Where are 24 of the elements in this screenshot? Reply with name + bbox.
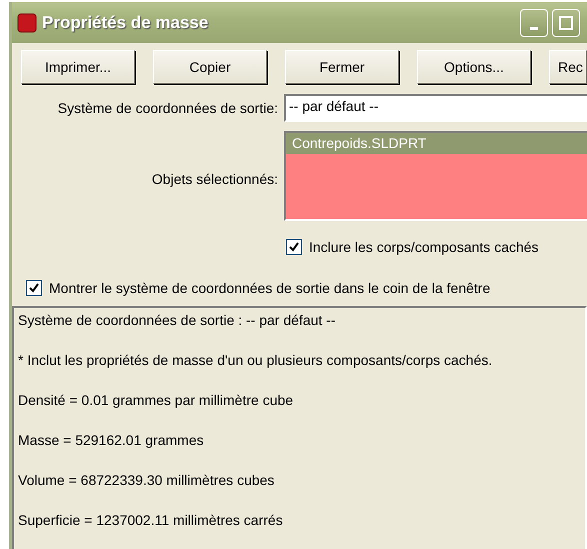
maximize-icon xyxy=(559,16,573,30)
toolbar-button[interactable]: Rec xyxy=(549,50,587,84)
result-line: Masse = 529162.01 grammes xyxy=(18,432,204,448)
maximize-button[interactable] xyxy=(552,8,580,36)
minimize-icon xyxy=(530,27,538,30)
result-line: Volume = 68722339.30 millimètres cubes xyxy=(18,472,274,488)
field-label: Système de coordonnées de sortie: xyxy=(56,99,278,118)
toolbar-button[interactable]: Options... xyxy=(417,50,531,84)
result-line: Système de coordonnées de sortie : -- par défaut -- xyxy=(18,312,336,328)
coordinate-system-dropdown[interactable]: -- par défaut -- xyxy=(284,94,587,122)
result-line: Densité = 0.01 grammes par millimètre cube xyxy=(18,392,294,408)
checkbox[interactable] xyxy=(26,280,42,296)
result-line: Superficie = 1237002.11 millimètres carrés xyxy=(18,512,283,528)
checkbox-label: Inclure les corps/composants cachés xyxy=(309,239,539,255)
toolbar-button[interactable]: Copier xyxy=(153,50,267,84)
minimize-button[interactable] xyxy=(520,8,548,36)
result-line: * Inclut les propriétés de masse d'un ou plusieurs composants/corps cachés. xyxy=(18,352,492,368)
toolbar-button[interactable]: Imprimer... xyxy=(21,50,135,84)
window-title: Propriétés de masse xyxy=(42,12,210,32)
checkbox[interactable] xyxy=(286,239,302,255)
field-label: Objets sélectionnés: xyxy=(150,170,278,187)
checkbox-label: Montrer le système de coordonnées de sortie dans le coin de la fenêtre xyxy=(49,280,490,296)
app-logo-icon xyxy=(17,12,37,32)
toolbar-button[interactable]: Fermer xyxy=(285,50,399,84)
